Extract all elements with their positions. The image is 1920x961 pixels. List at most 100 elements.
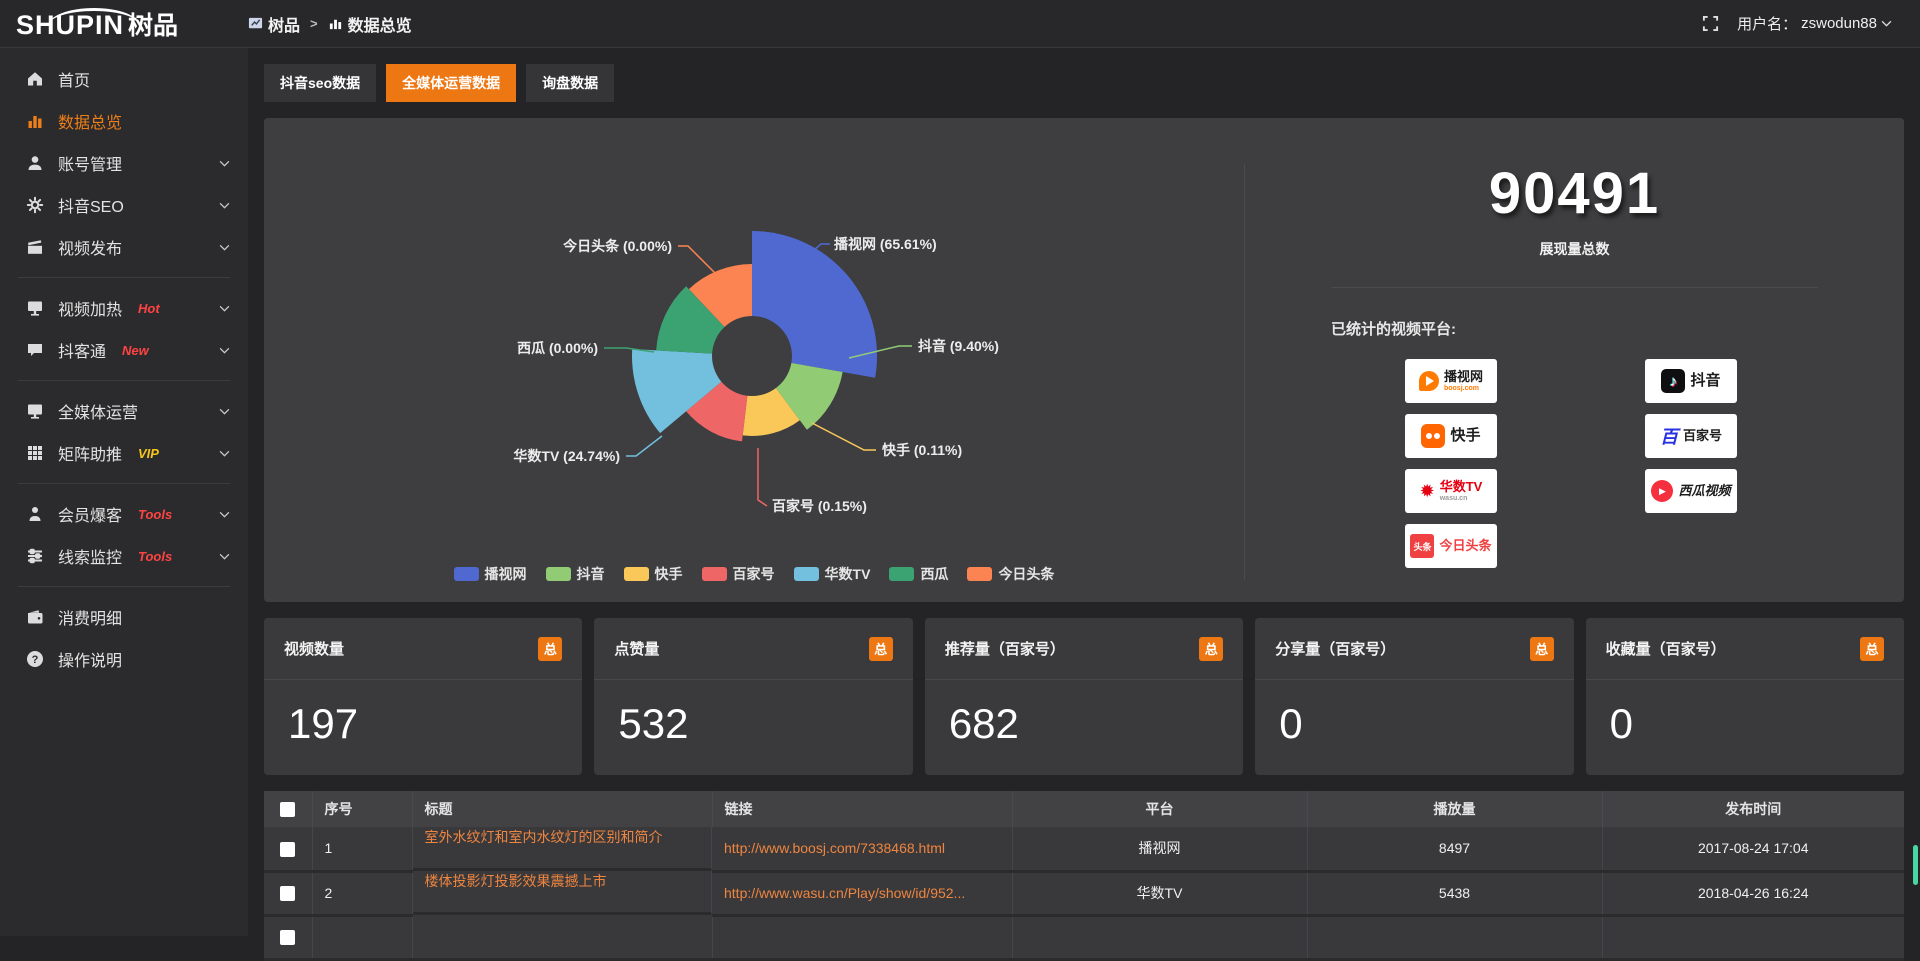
tab-inquiry-data[interactable]: 询盘数据 [526, 64, 614, 102]
chevron-down-icon [219, 450, 230, 457]
stat-card-video-count: 视频数量总 197 [264, 618, 582, 775]
breadcrumb-current[interactable]: 数据总览 [328, 12, 412, 36]
sidebar-item-douyin-seo[interactable]: 抖音SEO [0, 184, 248, 226]
legend-item[interactable]: 快手 [624, 564, 683, 584]
cell-title[interactable]: 楼体投影灯投影效果震撼上市 [413, 871, 713, 915]
row-checkbox[interactable] [280, 886, 295, 901]
cell-plays: 8497 [1307, 827, 1602, 871]
col-published: 发布时间 [1602, 791, 1904, 827]
legend-swatch [702, 567, 727, 581]
cell-title[interactable]: 室外水纹灯和室内水纹灯的区别和简介 [413, 827, 713, 871]
chevron-down-icon [219, 202, 230, 209]
legend-item[interactable]: 播视网 [454, 564, 527, 584]
legend-item[interactable]: 今日头条 [967, 564, 1054, 584]
pie-label-toutiao: 今日头条 (0.00%) [562, 238, 672, 254]
sidebar-item-video-heat[interactable]: 视频加热 Hot [0, 287, 248, 329]
chevron-down-icon [219, 347, 230, 354]
sidebar: 首页 数据总览 账号管理 抖音SEO 视频发布 视频加热 Hot 抖客通 New… [0, 48, 248, 936]
fullscreen-icon[interactable] [1702, 15, 1719, 32]
sidebar-item-matrix-boost[interactable]: 矩阵助推 VIP [0, 432, 248, 474]
stat-card-recommendations: 推荐量（百家号）总 682 [925, 618, 1243, 775]
vip-badge: VIP [138, 446, 159, 461]
display-icon [26, 402, 44, 420]
total-badge: 总 [538, 637, 562, 661]
person-icon [26, 505, 44, 523]
sliders-icon [26, 547, 44, 565]
platform-badge-boshiwang: 播视网boosj.com [1405, 359, 1497, 403]
pie-label-baijiahao: 百家号 (0.15%) [772, 498, 867, 514]
bar-chart-icon [26, 112, 44, 130]
tab-douyin-seo-data[interactable]: 抖音seo数据 [264, 64, 376, 102]
scrollbar-thumb[interactable] [1913, 845, 1918, 885]
chevron-down-icon [219, 553, 230, 560]
dashboard-icon [248, 16, 263, 31]
rose-pie-chart: 播视网 (65.61%) 抖音 (9.40%) 快手 (0.11%) 百家号 (… [264, 118, 1244, 602]
top-bar: SHUPIN 树品 树品 > 数据总览 用户名： zswodun88 [0, 0, 1920, 48]
wallet-icon [26, 608, 44, 626]
total-badge: 总 [1199, 637, 1223, 661]
pie-label-kuaishou: 快手 (0.11%) [882, 442, 962, 458]
table-row: 2 楼体投影灯投影效果震撼上市 http://www.wasu.cn/Play/… [264, 871, 1904, 915]
sidebar-divider [18, 483, 230, 484]
svg-text:?: ? [32, 654, 39, 666]
hot-badge: Hot [138, 301, 160, 316]
huashutv-logo-icon: ✹ [1420, 481, 1435, 502]
cell-published: 2017-08-24 17:04 [1602, 827, 1904, 871]
legend-item[interactable]: 华数TV [794, 564, 871, 584]
sidebar-item-account-management[interactable]: 账号管理 [0, 142, 248, 184]
col-platform: 平台 [1012, 791, 1307, 827]
legend-swatch [794, 567, 819, 581]
chevron-down-icon [219, 408, 230, 415]
cell-link[interactable]: http://www.wasu.cn/Play/show/id/952... [724, 885, 1000, 901]
sidebar-item-help[interactable]: ? 操作说明 [0, 638, 248, 680]
sidebar-item-lead-monitoring[interactable]: 线索监控 Tools [0, 535, 248, 577]
leader-line-baijiahao [758, 448, 767, 506]
total-impressions-value: 90491 [1245, 160, 1904, 227]
cell-index: 2 [312, 871, 412, 915]
stat-value: 532 [594, 680, 912, 748]
sidebar-item-omnimedia-operation[interactable]: 全媒体运营 [0, 390, 248, 432]
legend-swatch [624, 567, 649, 581]
sidebar-item-video-publish[interactable]: 视频发布 [0, 226, 248, 268]
legend-item[interactable]: 百家号 [702, 564, 775, 584]
sidebar-item-data-overview[interactable]: 数据总览 [0, 100, 248, 142]
overview-panel: 播视网 (65.61%) 抖音 (9.40%) 快手 (0.11%) 百家号 (… [264, 118, 1904, 602]
tools-badge: Tools [138, 549, 172, 564]
legend-swatch [454, 567, 479, 581]
stat-value: 682 [925, 680, 1243, 748]
monitor-icon [26, 299, 44, 317]
home-icon [26, 70, 44, 88]
sidebar-divider [18, 586, 230, 587]
row-checkbox[interactable] [280, 930, 295, 945]
col-link: 链接 [712, 791, 1012, 827]
legend-item[interactable]: 抖音 [546, 564, 605, 584]
platform-badge-toutiao: 头条 今日头条 [1405, 524, 1497, 568]
legend-swatch [889, 567, 914, 581]
app-logo: SHUPIN 树品 [0, 6, 248, 42]
breadcrumb: 树品 > 数据总览 [248, 12, 412, 36]
gear-icon [26, 196, 44, 214]
chevron-down-icon [219, 160, 230, 167]
sidebar-item-doukotong[interactable]: 抖客通 New [0, 329, 248, 371]
sidebar-item-spending-details[interactable]: 消费明细 [0, 596, 248, 638]
toutiao-logo-icon: 头条 [1410, 534, 1434, 558]
question-circle-icon: ? [26, 650, 44, 668]
col-plays: 播放量 [1307, 791, 1602, 827]
select-all-checkbox[interactable] [280, 802, 295, 817]
row-checkbox[interactable] [280, 842, 295, 857]
platform-badge-xigua: ▶ 西瓜视频 [1645, 469, 1737, 513]
chart-legend: 播视网 抖音 快手 百家号 华数TV 西瓜 今日头条 [264, 564, 1244, 584]
cell-link[interactable]: http://www.boosj.com/7338468.html [724, 840, 1000, 856]
kuaishou-logo-icon [1421, 424, 1445, 448]
user-menu[interactable]: 用户名： zswodun88 [1737, 13, 1892, 34]
breadcrumb-root[interactable]: 树品 [248, 12, 300, 36]
table-row: 1 室外水纹灯和室内水纹灯的区别和简介 http://www.boosj.com… [264, 827, 1904, 871]
platform-badge-kuaishou: 快手 [1405, 414, 1497, 458]
total-badge: 总 [1530, 637, 1554, 661]
new-badge: New [122, 343, 149, 358]
tab-omnimedia-data[interactable]: 全媒体运营数据 [386, 64, 516, 102]
sidebar-item-member-burst[interactable]: 会员爆客 Tools [0, 493, 248, 535]
legend-item[interactable]: 西瓜 [889, 564, 948, 584]
sidebar-item-home[interactable]: 首页 [0, 58, 248, 100]
stat-value: 197 [264, 680, 582, 748]
